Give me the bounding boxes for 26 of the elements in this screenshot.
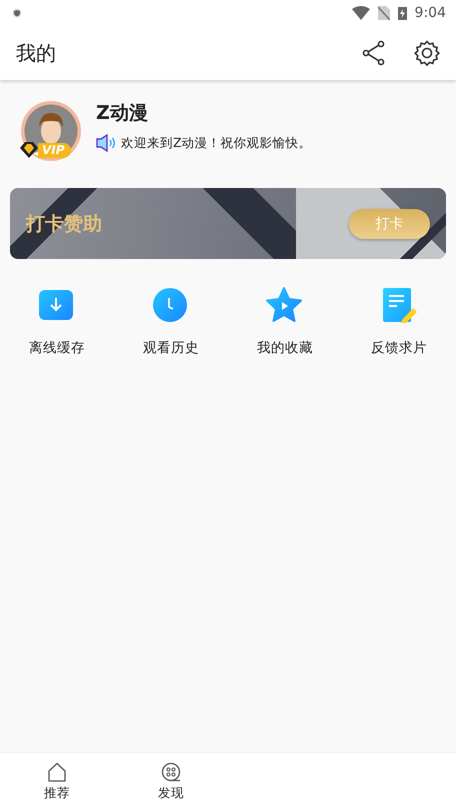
- settings-icon[interactable]: [414, 40, 440, 66]
- download-icon[interactable]: [38, 287, 76, 323]
- wifi-icon: [352, 6, 370, 20]
- shortcut-label[interactable]: 离线缓存: [29, 339, 85, 357]
- banner-title: 打卡赞助: [26, 212, 102, 236]
- shortcut-label[interactable]: 反馈求片: [371, 339, 427, 357]
- nav-tab[interactable]: 推荐: [0, 753, 114, 810]
- welcome-message: 欢迎来到Z动漫！祝你观影愉快。: [121, 134, 312, 152]
- page-title: 我的: [16, 40, 57, 66]
- nav-tab[interactable]: 发现: [114, 753, 228, 810]
- discover-icon[interactable]: [161, 762, 181, 782]
- shortcut-label[interactable]: 我的收藏: [257, 339, 313, 357]
- diamond-icon: [20, 142, 38, 158]
- status-time: 9:04: [414, 5, 446, 21]
- clock-icon[interactable]: [152, 287, 190, 323]
- user-name: Z动漫: [96, 101, 149, 126]
- document-icon[interactable]: [380, 287, 418, 323]
- shortcut-label[interactable]: 观看历史: [143, 339, 199, 357]
- star-icon[interactable]: [266, 287, 304, 323]
- battery-icon: [398, 6, 407, 20]
- share-icon[interactable]: [362, 40, 386, 66]
- home-icon[interactable]: [47, 762, 67, 782]
- speaker-icon: [96, 134, 116, 152]
- no-sim-icon: [378, 6, 390, 20]
- vip-badge: VIP: [38, 142, 71, 158]
- shield-icon: [12, 8, 22, 18]
